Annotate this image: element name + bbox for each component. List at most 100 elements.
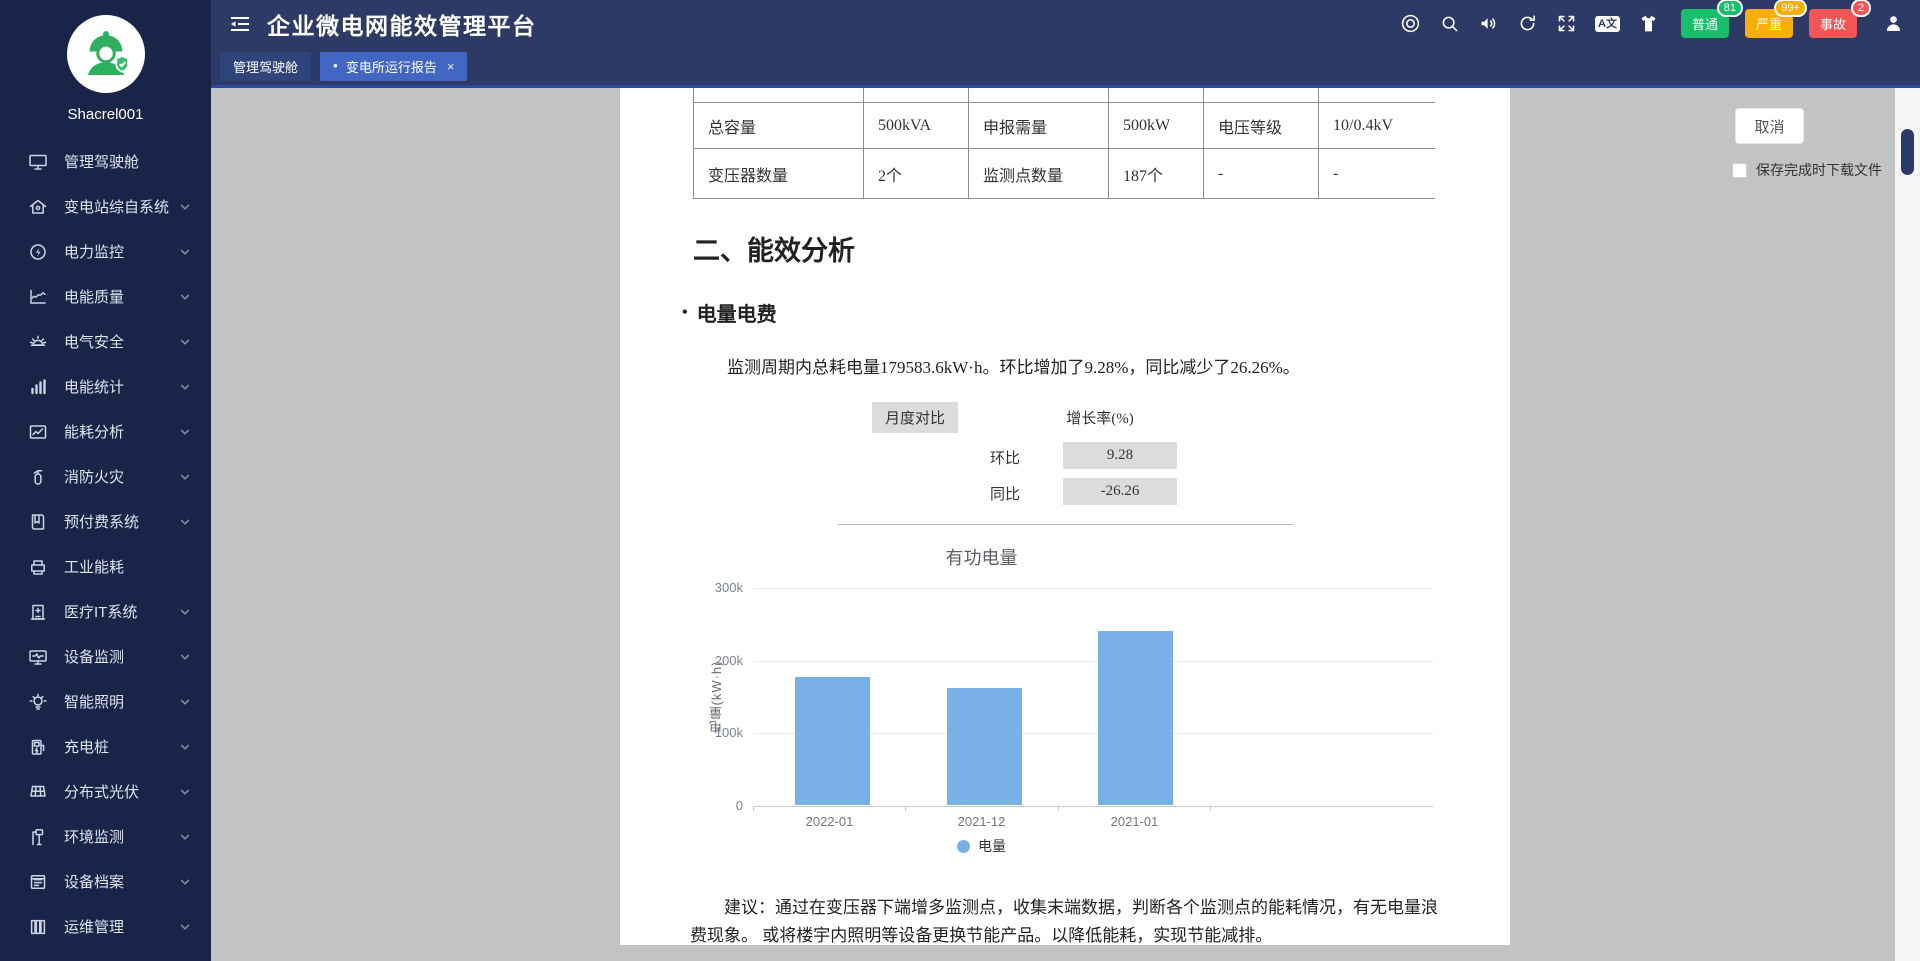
sidebar-item-16[interactable]: 设备档案 <box>0 859 211 904</box>
table-cell <box>1109 88 1204 103</box>
chart-x-tick <box>1210 806 1211 811</box>
chevron-down-icon <box>179 696 191 708</box>
chart-x-tick <box>753 806 754 811</box>
download-checkbox[interactable] <box>1732 163 1747 178</box>
alarm-badge-label: 事故 <box>1820 17 1846 32</box>
user-icon[interactable] <box>1883 13 1904 34</box>
sidebar-item-11[interactable]: 设备监测 <box>0 634 211 679</box>
chevron-down-icon <box>179 246 191 258</box>
worker-avatar-icon <box>77 23 135 86</box>
alarm-badge-1[interactable]: 严重99+ <box>1745 9 1793 38</box>
table-cell <box>694 88 864 103</box>
sidebar-item-14[interactable]: 分布式光伏 <box>0 769 211 814</box>
alarm-badge-0[interactable]: 普通81 <box>1681 9 1729 38</box>
cancel-button[interactable]: 取消 <box>1735 108 1804 144</box>
chart-y-tick-label: 200k <box>697 653 743 668</box>
scrollbar-track[interactable] <box>1895 88 1920 961</box>
chevron-down-icon <box>179 381 191 393</box>
sidebar-item-3[interactable]: 电能质量 <box>0 274 211 319</box>
subsection-title: • 电量电费 <box>682 298 1510 327</box>
substation-info-table: 总容量500kVA申报需量500kW电压等级10/0.4kV变压器数量2个监测点… <box>693 88 1435 199</box>
chart-y-tick-label: 100k <box>697 725 743 740</box>
solar-pv-icon <box>28 782 48 802</box>
refresh-icon[interactable] <box>1517 13 1538 34</box>
section-title: 二、能效分析 <box>693 229 1510 268</box>
chevron-down-icon <box>179 921 191 933</box>
env-sensor-icon <box>28 827 48 847</box>
sidebar-item-10[interactable]: 医疗IT系统 <box>0 589 211 634</box>
sidebar-item-15[interactable]: 环境监测 <box>0 814 211 859</box>
table-cell: 监测点数量 <box>969 149 1109 199</box>
substation-home-icon <box>28 197 48 217</box>
sidebar-item-label: 工业能耗 <box>64 556 191 577</box>
download-checkbox-label: 保存完成时下载文件 <box>1756 160 1882 180</box>
sidebar-item-5[interactable]: 电能统计 <box>0 364 211 409</box>
table-cell: - <box>1319 149 1436 199</box>
sidebar-item-6[interactable]: 能耗分析 <box>0 409 211 454</box>
scrollbar-thumb[interactable] <box>1901 129 1914 175</box>
sidebar-item-label: 分布式光伏 <box>64 781 179 802</box>
alarm-badge-label: 普通 <box>1692 17 1718 32</box>
table-cell: 10/0.4kV <box>1319 103 1436 149</box>
chart-y-tick-label: 0 <box>697 798 743 813</box>
target-icon[interactable] <box>1400 13 1421 34</box>
collapse-menu-icon[interactable] <box>229 15 251 33</box>
avatar[interactable] <box>67 15 145 93</box>
chevron-down-icon <box>179 786 191 798</box>
tab-close-icon[interactable]: × <box>447 59 455 74</box>
theme-shirt-icon[interactable] <box>1638 13 1659 34</box>
table-row: 变压器数量2个监测点数量187个-- <box>694 149 1436 199</box>
chart-legend[interactable]: 电量 <box>753 836 1210 856</box>
alarm-count-badge: 99+ <box>1774 0 1807 17</box>
table-cell: 500kW <box>1109 103 1204 149</box>
table-cell: 2个 <box>864 149 969 199</box>
table-cell <box>1319 88 1436 103</box>
sidebar-item-2[interactable]: 电力监控 <box>0 229 211 274</box>
volume-icon[interactable] <box>1478 13 1499 34</box>
tab-label: 管理驾驶舱 <box>233 57 298 76</box>
table-cell <box>864 88 969 103</box>
search-icon[interactable] <box>1439 13 1460 34</box>
alarm-badge-2[interactable]: 事故2 <box>1809 9 1857 38</box>
sidebar-item-1[interactable]: 变电站综自系统 <box>0 184 211 229</box>
sidebar-item-label: 消防火灾 <box>64 466 179 487</box>
sidebar-item-0[interactable]: 管理驾驶舱 <box>0 139 211 184</box>
top-header: 企业微电网能效管理平台 A文普通81严重99+事故2 <box>211 0 1920 47</box>
legend-marker-icon <box>957 840 970 853</box>
alarm-badge-label: 严重 <box>1756 17 1782 32</box>
chevron-down-icon <box>179 291 191 303</box>
sidebar-item-12[interactable]: 智能照明 <box>0 679 211 724</box>
chart-gridline <box>753 661 1433 662</box>
tab-bar: 管理驾驶舱 ●变电所运行报告× <box>211 47 1920 88</box>
sidebar-item-label: 电能质量 <box>64 286 179 307</box>
fullscreen-icon[interactable] <box>1556 13 1577 34</box>
table-cell <box>1204 88 1319 103</box>
sidebar-item-9[interactable]: 工业能耗 <box>0 544 211 589</box>
substation-info-table-wrap: 总容量500kVA申报需量500kW电压等级10/0.4kV变压器数量2个监测点… <box>693 88 1435 199</box>
compare-row-name: 环比 <box>910 447 1020 468</box>
prepaid-book-icon <box>28 512 48 532</box>
table-cell: - <box>1204 149 1319 199</box>
sidebar-item-17[interactable]: 运维管理 <box>0 904 211 949</box>
tab-1[interactable]: ●变电所运行报告× <box>320 52 467 81</box>
table-row: 总容量500kVA申报需量500kW电压等级10/0.4kV <box>694 103 1436 149</box>
sidebar-item-label: 运维管理 <box>64 916 179 937</box>
compare-row-name: 同比 <box>910 483 1020 504</box>
dashboard-monitor-icon <box>28 152 48 172</box>
app-root: Shacrel001 管理驾驶舱变电站综自系统电力监控电能质量电气安全电能统计能… <box>0 0 1920 961</box>
sidebar-item-label: 电力监控 <box>64 241 179 262</box>
translate-icon[interactable]: A文 <box>1595 16 1620 32</box>
sidebar-item-4[interactable]: 电气安全 <box>0 319 211 364</box>
sidebar-item-8[interactable]: 预付费系统 <box>0 499 211 544</box>
sidebar-item-13[interactable]: 充电桩 <box>0 724 211 769</box>
sidebar-item-label: 医疗IT系统 <box>64 601 179 622</box>
sidebar-nav: 管理驾驶舱变电站综自系统电力监控电能质量电气安全电能统计能耗分析消防火灾预付费系… <box>0 139 211 949</box>
sidebar-item-7[interactable]: 消防火灾 <box>0 454 211 499</box>
subsection-label: 电量电费 <box>697 298 777 327</box>
chart-x-category-label: 2021-12 <box>905 814 1058 829</box>
chevron-down-icon <box>179 741 191 753</box>
sidebar-item-label: 设备监测 <box>64 646 179 667</box>
header-toolbar: A文 普通81 严重99+ 事故2 <box>1400 9 1904 38</box>
tab-0[interactable]: 管理驾驶舱 <box>220 52 311 81</box>
power-quality-icon <box>28 287 48 307</box>
